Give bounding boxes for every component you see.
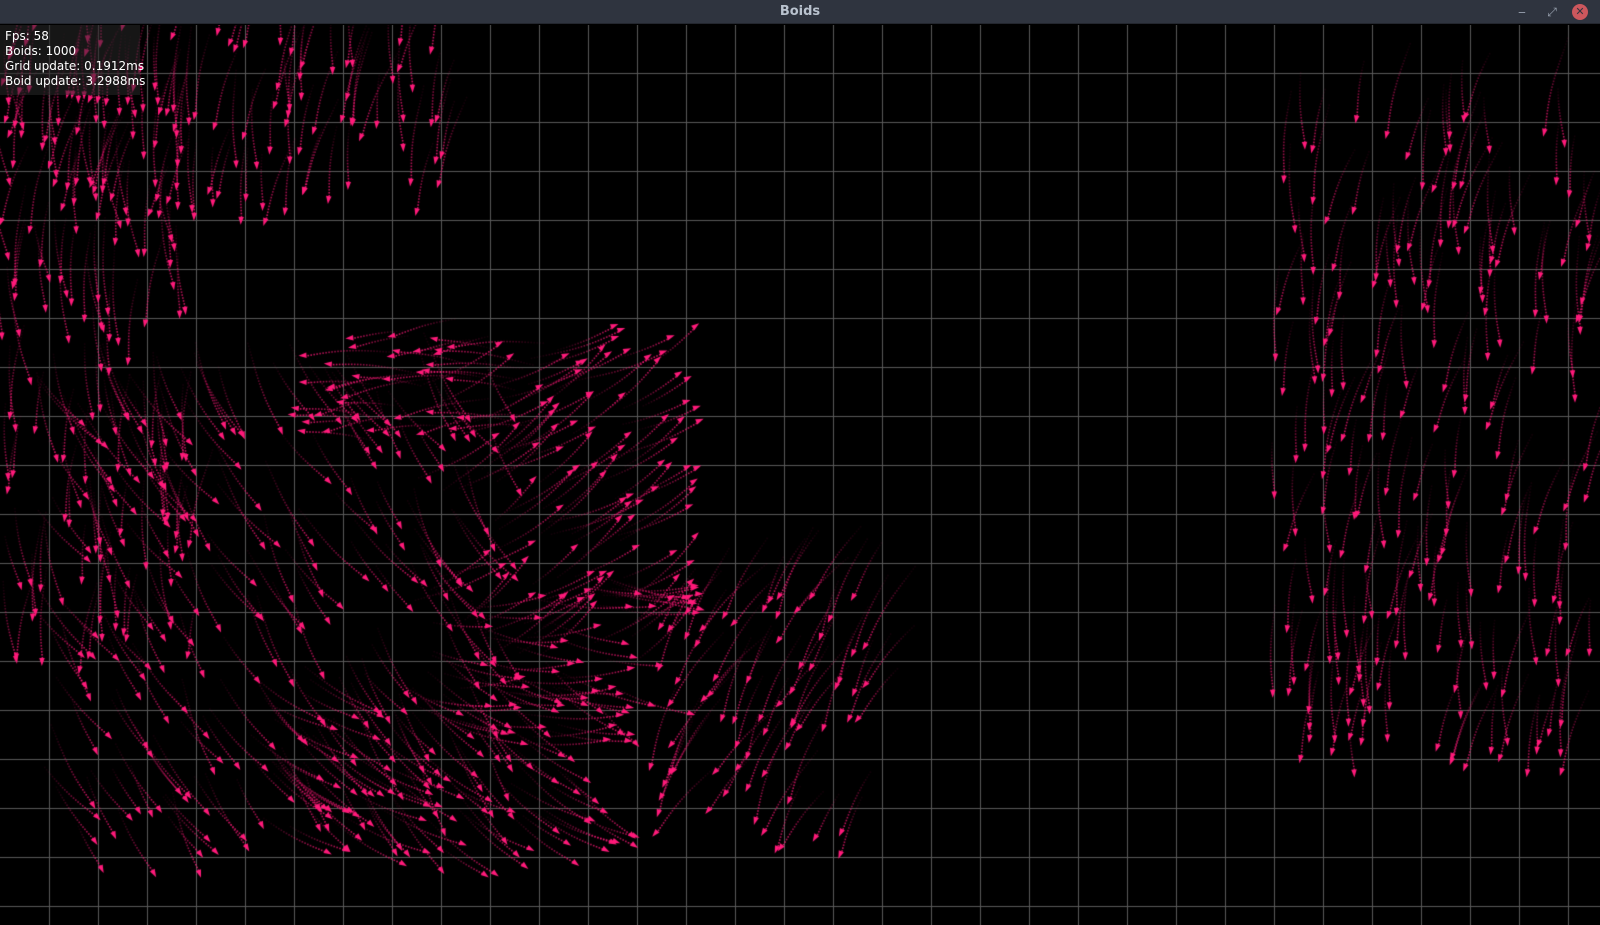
grid-update-readout: Grid update: 0.1912ms (5, 59, 145, 73)
stats-overlay: Fps: 58 Boids: 1000 Grid update: 0.1912m… (0, 25, 146, 95)
title-bar[interactable]: Boids ‒ ⤢ ✕ (0, 0, 1600, 24)
boid-update-readout: Boid update: 3.2988ms (5, 74, 146, 88)
maximize-button[interactable]: ⤢ (1544, 4, 1560, 20)
app-window: Boids ‒ ⤢ ✕ Fps: 58 Boids: 1000 Grid upd… (0, 0, 1600, 925)
fps-readout: Fps: 58 (5, 29, 49, 43)
boids-simulation-canvas[interactable] (0, 25, 1600, 925)
window-title: Boids (779, 4, 821, 19)
close-button[interactable]: ✕ (1572, 4, 1588, 20)
boid-count-readout: Boids: 1000 (5, 44, 77, 58)
minimize-button[interactable]: ‒ (1514, 4, 1530, 20)
